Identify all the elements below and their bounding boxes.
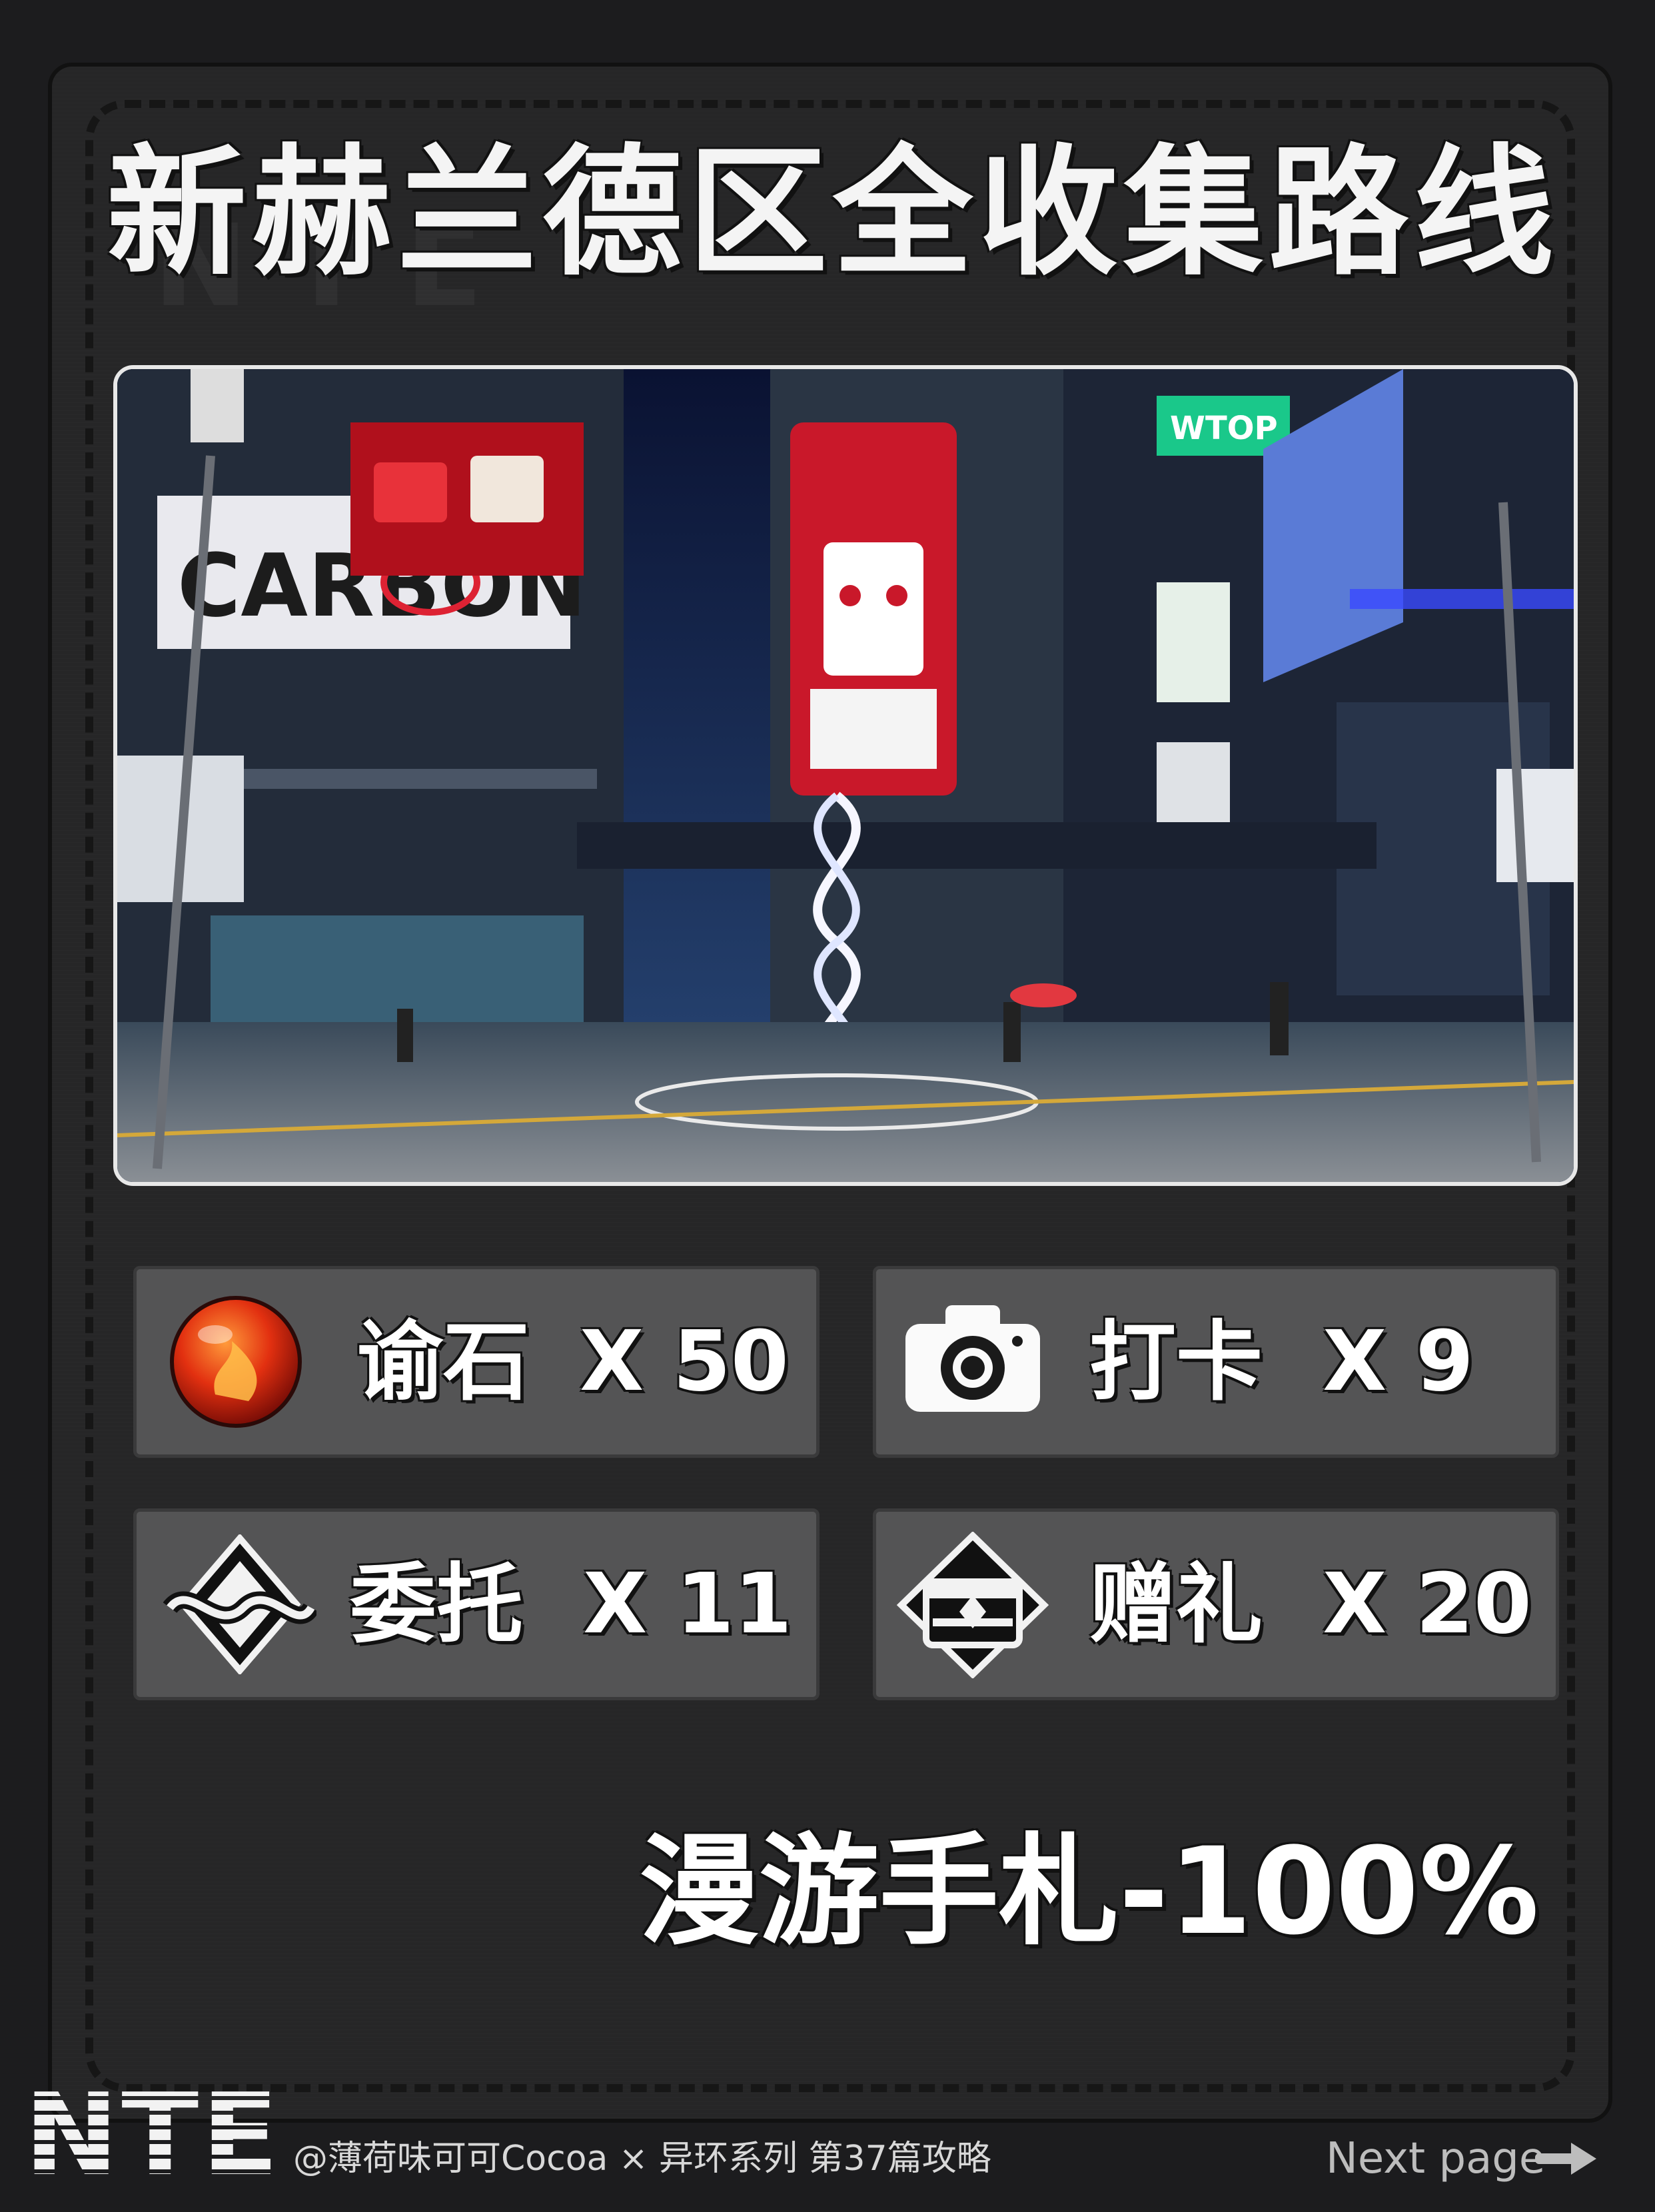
camera-icon bbox=[903, 1301, 1043, 1417]
item-count: X 9 bbox=[1323, 1313, 1474, 1410]
svg-text:WTOP: WTOP bbox=[1170, 410, 1278, 447]
item-tile-camera: 打卡 X 9 bbox=[873, 1266, 1559, 1458]
item-label: 打卡 bbox=[1089, 1311, 1263, 1412]
page-title: 新赫兰德区全收集路线 bbox=[107, 131, 1560, 294]
item-label: 谕石 bbox=[356, 1311, 530, 1412]
arrow-right-icon[interactable] bbox=[1532, 2139, 1599, 2181]
nte-logo: NTE bbox=[24, 2069, 282, 2201]
item-count: X 50 bbox=[580, 1313, 789, 1410]
item-label: 赠礼 bbox=[1089, 1554, 1263, 1655]
item-tile-commission: 委托 X 11 bbox=[133, 1508, 820, 1700]
next-page-link[interactable]: Next page bbox=[1326, 2129, 1545, 2189]
journal-progress: 漫游手札-100% bbox=[639, 1822, 1539, 1961]
commission-icon bbox=[163, 1533, 319, 1677]
item-tile-orb: 谕石 X 50 bbox=[133, 1266, 820, 1458]
item-count: X 20 bbox=[1323, 1556, 1532, 1652]
city-screenshot: CARBON WTOP bbox=[113, 365, 1578, 1186]
item-tile-gift: 赠礼 X 20 bbox=[873, 1508, 1559, 1700]
orb-icon bbox=[169, 1295, 303, 1432]
item-label: 委托 bbox=[350, 1554, 524, 1655]
gift-icon bbox=[896, 1531, 1049, 1681]
author-credit: @薄荷味可可Cocoa × 异环系列 第37篇攻略 bbox=[293, 2139, 991, 2179]
item-count: X 11 bbox=[583, 1556, 792, 1652]
